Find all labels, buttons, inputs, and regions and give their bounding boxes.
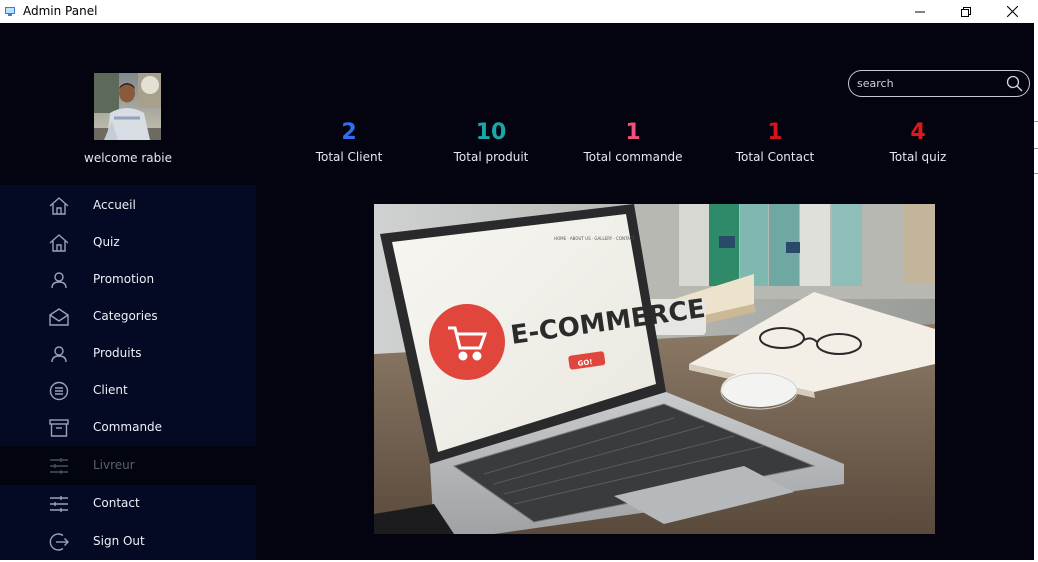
stat-total-contact: 1 Total Contact [715, 120, 835, 164]
stat-total-produit: 10 Total produit [431, 120, 551, 164]
sidebar-item-label: Accueil [93, 198, 136, 212]
stat-value: 1 [625, 120, 641, 145]
sidebar-item-label: Promotion [93, 272, 155, 286]
sidebar: Accueil Quiz Promotion Categories Produi [0, 185, 256, 560]
sidebar-item-categories[interactable]: Categories [0, 298, 256, 335]
avatar [94, 73, 161, 140]
sidebar-item-label: Livreur [93, 458, 135, 472]
stat-total-client: 2 Total Client [289, 120, 409, 164]
list-circle-icon [49, 381, 69, 401]
stat-label: Total quiz [889, 150, 947, 164]
sidebar-item-label: Client [93, 383, 128, 397]
sidebar-item-contact[interactable]: Contact [0, 485, 256, 522]
sidebar-item-quiz[interactable]: Quiz [0, 224, 256, 261]
search-input[interactable] [857, 74, 997, 92]
stat-value: 4 [910, 120, 926, 145]
title-bar: Admin Panel [0, 0, 1038, 23]
stat-value: 10 [475, 120, 507, 145]
sidebar-item-label: Produits [93, 346, 142, 360]
sidebar-item-livreur: Livreur [0, 446, 256, 485]
stat-total-commande: 1 Total commande [573, 120, 693, 164]
stat-label: Total produit [453, 150, 529, 164]
sidebar-item-label: Quiz [93, 235, 120, 249]
close-button[interactable] [989, 0, 1035, 23]
home-icon [49, 234, 69, 252]
stat-value: 1 [767, 120, 783, 145]
archive-icon [49, 419, 69, 437]
sidebar-item-label: Contact [93, 496, 140, 510]
main-content: welcome rabie Accueil Quiz Promotion Cat… [0, 23, 1034, 560]
sidebar-item-commande[interactable]: Commande [0, 409, 256, 446]
hero-image: HOME · ABOUT US · GALLERY · CONTACT E-CO… [374, 204, 935, 534]
user-icon [51, 346, 67, 363]
sidebar-item-promotion[interactable]: Promotion [0, 261, 256, 298]
search-icon[interactable] [1005, 74, 1024, 93]
avatar-photo [94, 73, 161, 140]
sidebar-item-client[interactable]: Client [0, 372, 256, 409]
stat-label: Total commande [583, 150, 683, 164]
stat-label: Total Contact [735, 150, 815, 164]
sidebar-item-produits[interactable]: Produits [0, 335, 256, 372]
sidebar-item-label: Categories [93, 309, 158, 323]
stat-label: Total Client [315, 150, 383, 164]
minimize-button[interactable] [897, 0, 943, 23]
screen-nav-text: HOME · ABOUT US · GALLERY · CONTACT [554, 236, 636, 241]
sidebar-item-accueil[interactable]: Accueil [0, 187, 256, 224]
welcome-text: welcome rabie [84, 151, 172, 165]
close-icon [1006, 6, 1018, 17]
sign-out-icon [49, 533, 69, 551]
sidebar-item-sign-out[interactable]: Sign Out [0, 523, 256, 560]
sliders-icon [50, 496, 68, 512]
user-icon [51, 272, 67, 289]
app-icon [5, 7, 15, 16]
restore-button[interactable] [943, 0, 989, 23]
envelope-icon [49, 308, 69, 326]
stat-value: 2 [341, 120, 357, 145]
search-box [848, 70, 1030, 97]
window-edge [1034, 23, 1038, 562]
ecommerce-laptop-illustration: HOME · ABOUT US · GALLERY · CONTACT E-CO… [374, 204, 935, 534]
minimize-icon [915, 11, 925, 12]
sliders-icon [50, 458, 68, 474]
restore-icon [961, 6, 971, 17]
window-title: Admin Panel [23, 4, 98, 18]
sidebar-item-label: Sign Out [93, 534, 145, 548]
stat-total-quiz: 4 Total quiz [858, 120, 978, 164]
sidebar-item-label: Commande [93, 420, 163, 434]
home-icon [49, 197, 69, 215]
